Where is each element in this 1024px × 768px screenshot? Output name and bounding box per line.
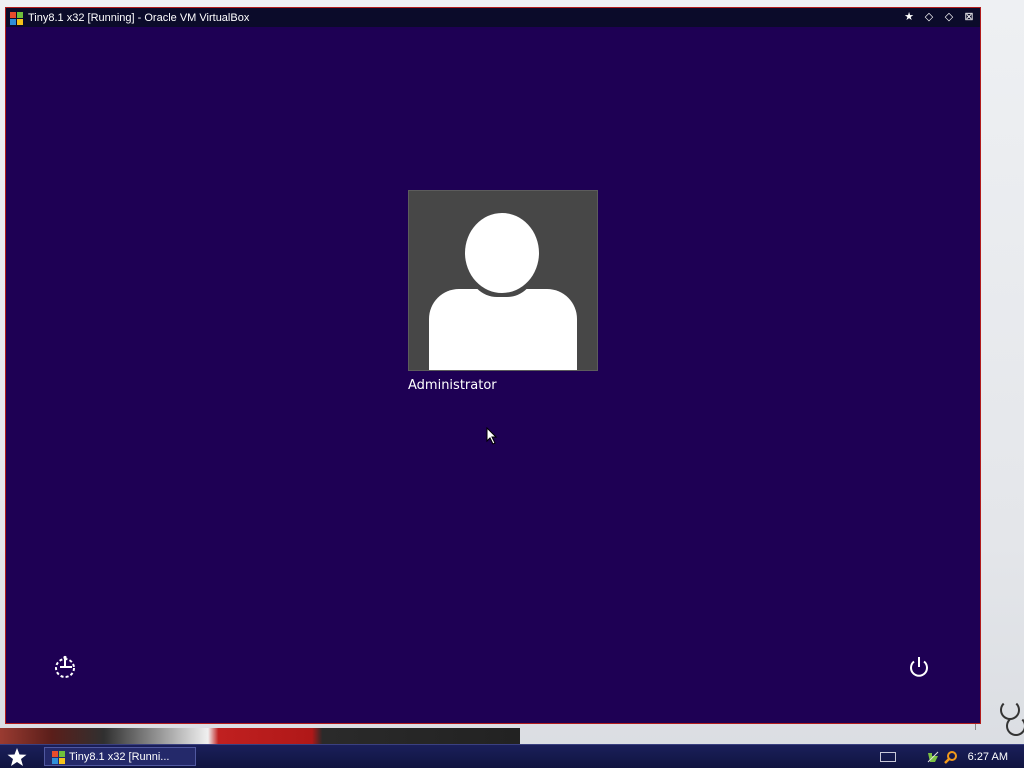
taskbar-item-label: Tiny8.1 x32 [Runni... [69,750,170,763]
windows-flag-icon [9,11,23,25]
clock[interactable]: 6:27 AM [968,751,1008,763]
ease-of-access-icon[interactable] [52,654,78,680]
user-silhouette-body [429,289,577,370]
windows-login-screen: Administrator [6,27,980,723]
window-titlebar[interactable]: Tiny8.1 x32 [Running] - Oracle VM Virtua… [6,8,980,27]
user-silhouette-icon [465,213,539,293]
system-tray: 6:27 AM [879,745,1024,768]
host-taskbar: Tiny8.1 x32 [Runni... 6:27 AM [0,744,1024,768]
maximize-icon[interactable]: ◇ [942,10,956,24]
window-controls: ★ ◇ ◇ ⊠ [902,10,976,24]
close-icon[interactable]: ⊠ [962,10,976,24]
desktop-wallpaper-ornament [975,660,1024,736]
mouse-pointer-icon [486,427,498,445]
start-star-icon[interactable] [6,747,28,767]
keyboard-icon[interactable] [879,752,896,762]
minimize-icon[interactable]: ◇ [922,10,936,24]
user-name-label[interactable]: Administrator [408,378,497,393]
power-icon[interactable] [906,654,932,680]
windows-flag-icon [51,750,65,764]
taskbar-item-virtualbox[interactable]: Tiny8.1 x32 [Runni... [44,747,196,766]
search-icon[interactable] [943,750,958,764]
user-tile[interactable] [408,190,598,371]
window-title: Tiny8.1 x32 [Running] - Oracle VM Virtua… [28,11,250,24]
network-icon[interactable] [926,750,940,764]
pin-icon[interactable]: ★ [902,10,916,24]
virtualbox-window: Tiny8.1 x32 [Running] - Oracle VM Virtua… [5,7,981,724]
